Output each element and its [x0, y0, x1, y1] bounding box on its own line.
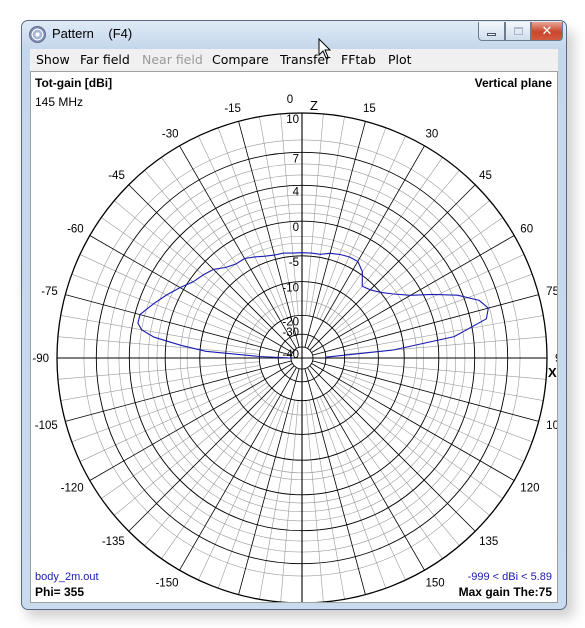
angle-label: -105	[35, 420, 58, 432]
radial-tick-label: -5	[289, 257, 299, 269]
angle-label: 135	[479, 536, 498, 548]
grid-spoke-minor	[144, 390, 275, 546]
plot-quantity-label: Tot-gain [dBi]	[35, 76, 113, 90]
gain-range-label: -999 < dBi < 5.89	[467, 571, 552, 583]
grid-spoke-major	[128, 365, 295, 532]
grid-spoke-minor	[79, 375, 264, 462]
grid-spoke-minor	[319, 135, 406, 320]
angle-label: 90	[555, 353, 557, 365]
window-title: Pattern (F4)	[52, 26, 133, 41]
radial-tick-label: 4	[293, 186, 300, 198]
radial-tick-label: 7	[293, 153, 299, 165]
max-gain-label: Max gain The:75	[458, 585, 552, 599]
menu-plot[interactable]: Plot	[388, 52, 412, 67]
angle-label: 45	[479, 170, 492, 182]
radial-tick-label: -40	[282, 349, 299, 361]
grid-spoke-minor	[340, 254, 525, 341]
phi-label: Phi= 355	[35, 585, 85, 599]
grid-spoke-minor	[329, 390, 460, 546]
angle-label: 150	[426, 577, 445, 589]
grid-spoke-minor	[79, 254, 264, 341]
menu-fftab[interactable]: FFtab	[341, 52, 376, 67]
grid-spoke-minor	[319, 396, 406, 581]
title-bar[interactable]: Pattern (F4) ✕	[22, 21, 566, 49]
plane-label: Vertical plane	[474, 76, 552, 90]
frequency-label: 145 MHz	[35, 95, 84, 109]
grid-spoke-minor	[114, 385, 270, 516]
angle-label: 120	[520, 483, 539, 495]
close-button[interactable]: ✕	[531, 22, 563, 41]
grid-spoke-minor	[329, 170, 460, 326]
axis-z-label: Z	[310, 98, 318, 113]
menu-bar: Show Far field Near field Compare Transf…	[30, 49, 558, 71]
minimize-button[interactable]	[478, 22, 505, 41]
menu-far-field[interactable]: Far field	[80, 52, 130, 67]
angle-label: -90	[32, 353, 49, 365]
menu-show[interactable]: Show	[36, 52, 70, 67]
menu-near-field[interactable]: Near field	[142, 52, 203, 67]
radial-tick-label: -10	[282, 283, 299, 295]
angle-label: -30	[162, 129, 179, 141]
file-name-label: body_2m.out	[35, 571, 99, 583]
menu-compare[interactable]: Compare	[212, 52, 269, 67]
pattern-window: Pattern (F4) ✕ Show Far field Near field…	[21, 20, 567, 610]
grid-spoke-major	[309, 184, 476, 351]
angle-label: -135	[102, 536, 125, 548]
angle-label: -15	[224, 103, 241, 115]
grid-spoke-minor	[334, 200, 490, 331]
pattern-line	[137, 252, 489, 359]
radial-tick-label: -30	[282, 327, 299, 339]
radial-tick-label: 0	[293, 222, 299, 234]
angle-label: 15	[363, 103, 376, 115]
angle-label: 30	[426, 129, 439, 141]
app-icon[interactable]	[29, 26, 46, 43]
grid-spoke-minor	[144, 170, 275, 326]
angle-label: -120	[61, 483, 84, 495]
angle-label: -150	[155, 577, 178, 589]
grid-spoke-major	[128, 184, 295, 351]
close-icon: ✕	[541, 23, 553, 39]
maximize-icon	[513, 27, 523, 35]
angle-label: 75	[546, 286, 557, 298]
angle-label: -60	[67, 224, 84, 236]
grid-spoke-major	[309, 365, 476, 532]
polar-chart: 10740-5-10-20-30-40015304560759010512013…	[32, 94, 557, 602]
angle-label: -45	[108, 170, 125, 182]
grid-spoke-minor	[334, 385, 490, 516]
radial-tick-label: 10	[286, 114, 299, 126]
mouse-cursor-icon	[318, 38, 332, 59]
angle-label: 105	[546, 420, 557, 432]
angle-label: 60	[520, 224, 533, 236]
minimize-icon	[487, 32, 496, 36]
angle-label: -75	[41, 286, 58, 298]
grid-spoke-minor	[198, 396, 285, 581]
grid-spoke-minor	[198, 135, 285, 320]
grid-spoke-minor	[114, 200, 270, 331]
axis-xy-label: XY	[548, 365, 557, 380]
grid-spoke-minor	[340, 375, 525, 462]
polar-plot-area: 10740-5-10-20-30-40015304560759010512013…	[30, 71, 558, 603]
angle-label: 0	[287, 94, 293, 106]
maximize-button[interactable]	[505, 22, 531, 41]
